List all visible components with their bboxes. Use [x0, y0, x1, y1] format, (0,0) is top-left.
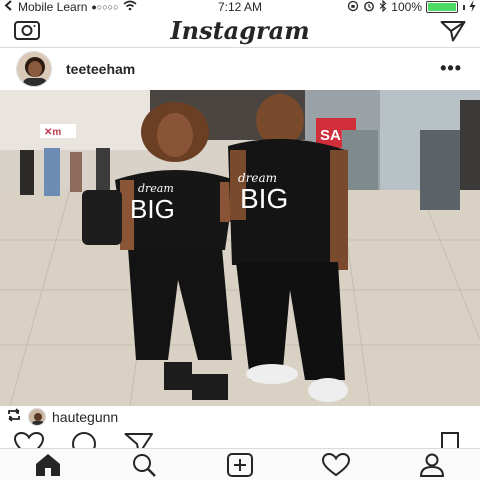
- direct-message-icon[interactable]: [440, 20, 466, 42]
- user-avatar[interactable]: [16, 51, 52, 87]
- bookmark-icon[interactable]: [440, 432, 460, 448]
- more-options-icon[interactable]: •••: [440, 58, 462, 79]
- status-bar: Mobile Learn ●○○○○ 7:12 AM 100%: [0, 0, 480, 14]
- battery-icon: [426, 1, 458, 13]
- activity-heart-icon[interactable]: [321, 452, 351, 477]
- shirt-text-big-left: BIG: [130, 194, 175, 224]
- clock: 7:12 AM: [217, 0, 263, 14]
- bottom-tab-bar: [0, 448, 480, 480]
- app-logo: Instagram: [170, 16, 310, 45]
- regram-credit[interactable]: hautegunn: [0, 406, 480, 428]
- post-actions: [0, 428, 480, 448]
- shirt-text-big-right: BIG: [240, 183, 288, 214]
- add-post-icon[interactable]: [226, 453, 253, 477]
- post-username[interactable]: teeteeham: [66, 61, 135, 77]
- share-icon[interactable]: [124, 432, 154, 448]
- regram-avatar: [28, 408, 46, 426]
- comment-icon[interactable]: [70, 432, 98, 448]
- like-heart-icon[interactable]: [13, 431, 45, 448]
- repost-icon: [6, 408, 22, 426]
- profile-icon[interactable]: [418, 453, 445, 477]
- svg-text:✕m: ✕m: [44, 127, 61, 138]
- regram-username[interactable]: hautegunn: [52, 409, 118, 425]
- home-icon[interactable]: [34, 453, 60, 477]
- post-photo[interactable]: ✕m SAL dream BIG dream BIG: [0, 90, 480, 406]
- app-header: Instagram: [0, 14, 480, 48]
- search-icon[interactable]: [130, 453, 156, 477]
- regram-pill[interactable]: hautegunn: [6, 408, 127, 426]
- post-header: teeteeham •••: [0, 48, 480, 90]
